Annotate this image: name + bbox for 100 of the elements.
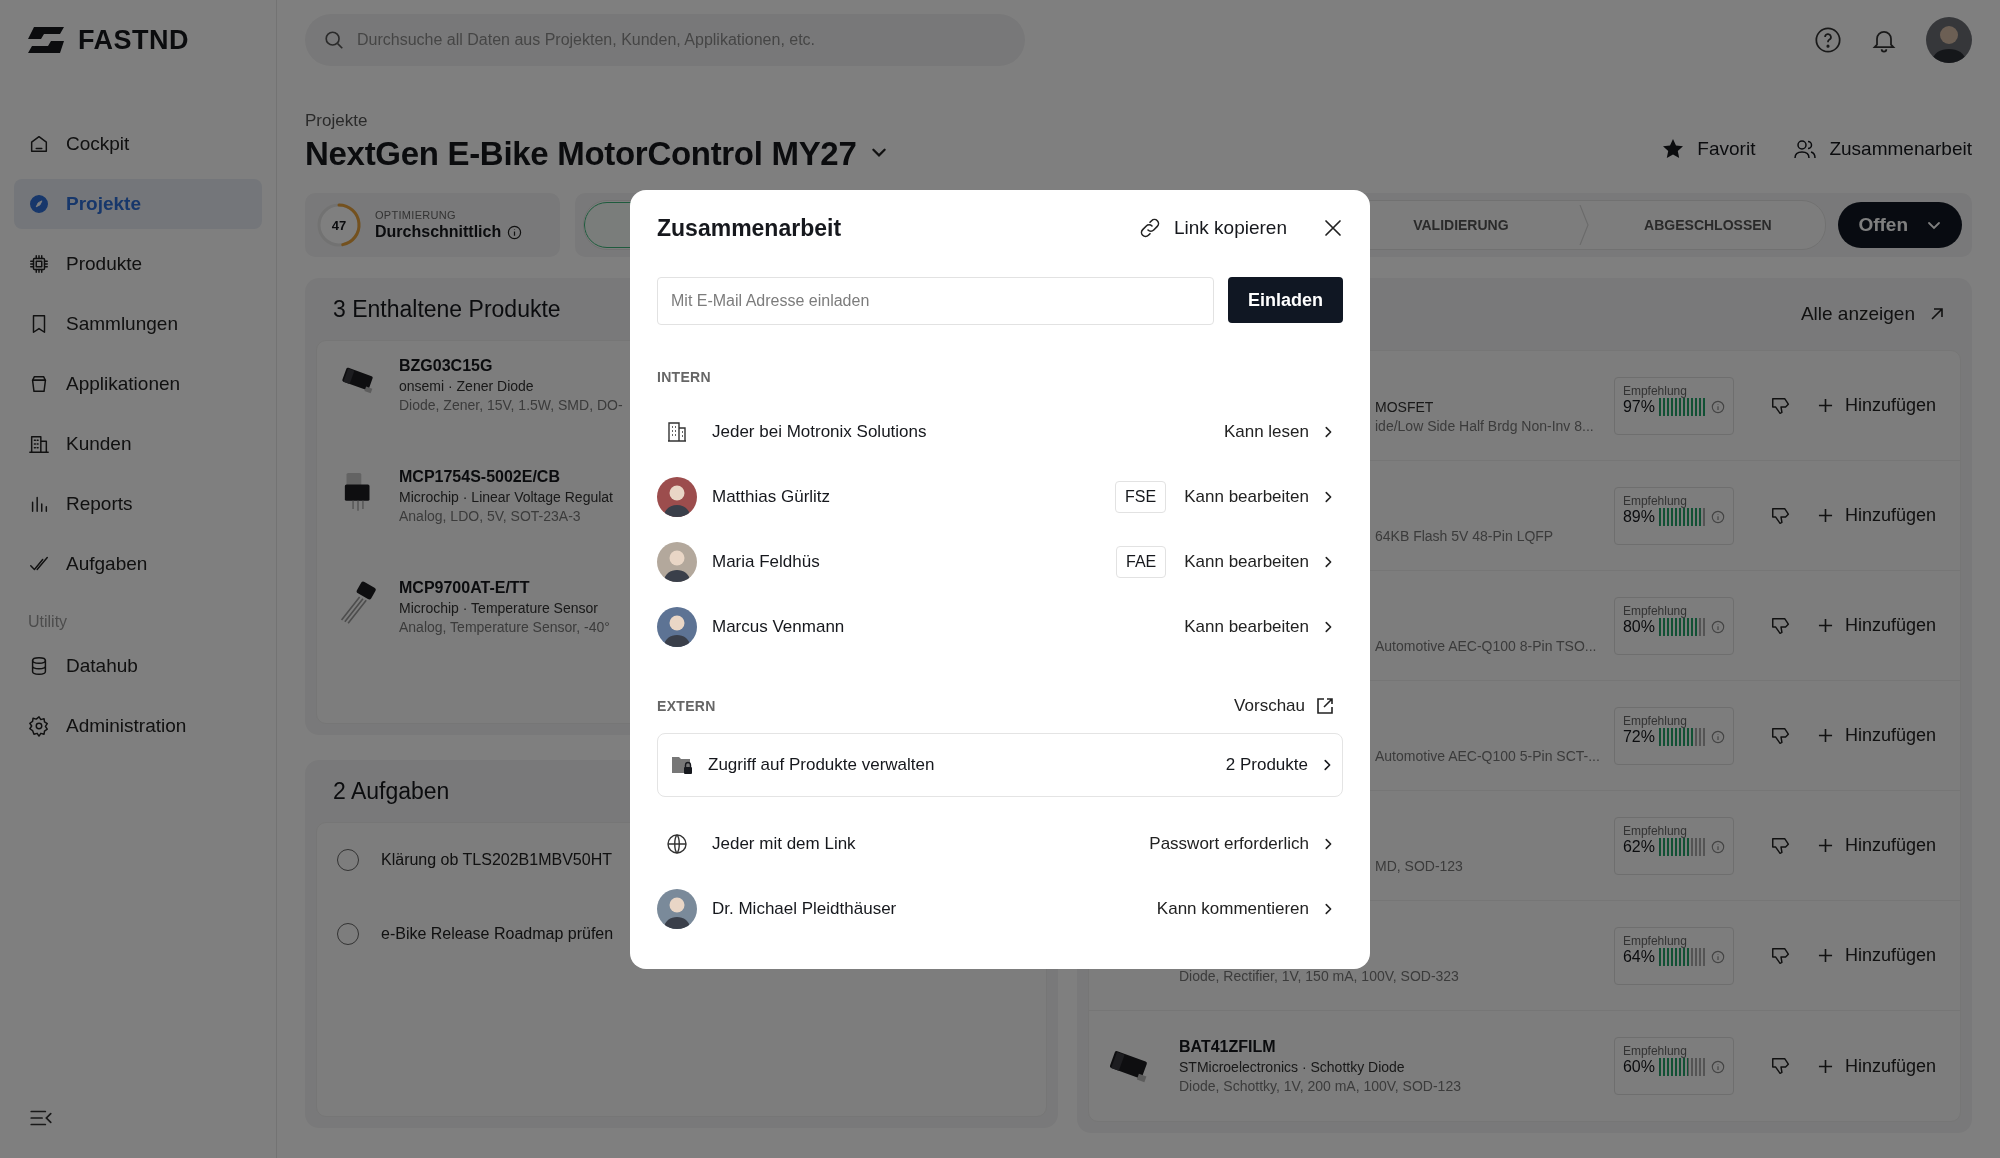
member-name: Jeder bei Motronix Solutions xyxy=(712,421,928,442)
product-name[interactable]: BZG03C15G xyxy=(399,357,623,376)
meter-score: 89% xyxy=(1622,507,1655,526)
product-spec: Diode, Schottky, 1V, 200 mA, 100V, SOD-123 xyxy=(1179,1078,1462,1094)
meter-score: 64% xyxy=(1622,947,1655,966)
info-icon xyxy=(1710,1060,1725,1074)
score-value: 47 xyxy=(331,218,347,232)
product-spec: 64KB Flash 5V 48-Pin LQFP xyxy=(1375,527,1555,544)
add-button[interactable]: Hinzufügen xyxy=(1817,395,1936,416)
home-icon xyxy=(28,133,50,155)
preview-link[interactable]: Vorschau xyxy=(1234,696,1343,716)
meter-score: 72% xyxy=(1622,727,1655,746)
user-avatar[interactable] xyxy=(1926,17,1972,63)
star-icon xyxy=(1661,137,1686,161)
settings-icon xyxy=(28,715,50,737)
meter-label: Empfehlung xyxy=(1622,603,1688,618)
permission-dropdown[interactable]: Kann bearbeiten xyxy=(1184,551,1343,572)
score-label: OPTIMIERUNG xyxy=(375,209,457,221)
dialog-title: Zusammenarbeit xyxy=(657,214,843,242)
sidebar-item[interactable]: Sammlungen xyxy=(14,299,262,349)
plus-icon xyxy=(1817,948,1833,963)
info-icon xyxy=(1710,949,1725,964)
product-spec: MD, SOD-123 xyxy=(1375,857,1464,874)
chip-icon xyxy=(28,253,50,275)
sidebar-item[interactable]: Projekte xyxy=(14,179,262,229)
plus-icon xyxy=(1817,508,1833,523)
add-button[interactable]: Hinzufügen xyxy=(1817,505,1936,526)
panel-title: 3 Enthaltene Produkte xyxy=(332,295,562,324)
plus-icon xyxy=(1817,1058,1833,1074)
meter-score: 62% xyxy=(1622,837,1655,856)
info-icon xyxy=(1710,509,1725,524)
permission-dropdown[interactable]: Kann bearbeiten xyxy=(1184,486,1343,507)
collaboration-button[interactable]: Zusammenarbeit xyxy=(1793,137,1972,161)
avatar xyxy=(657,888,697,929)
role-tag: FSE xyxy=(1115,480,1167,513)
status-dropdown[interactable]: Offen xyxy=(1838,202,1962,248)
email-input[interactable]: Mit E-Mail Adresse einladen xyxy=(657,277,1214,325)
product-name[interactable]: MCP1754S-5002E/CB xyxy=(399,468,613,487)
product-maker: Microchip · Temperature Sensor xyxy=(399,600,599,617)
external-link-icon xyxy=(1315,696,1335,716)
thumbs-down-icon[interactable] xyxy=(1769,1055,1792,1077)
copy-link-button[interactable]: Link kopieren xyxy=(1137,216,1287,240)
add-button[interactable]: Hinzufügen xyxy=(1817,945,1936,966)
logo-icon xyxy=(26,25,66,55)
sidebar-item[interactable]: Reports xyxy=(14,479,262,529)
product-spec: Automotive AEC-Q100 8-Pin TSO... xyxy=(1375,637,1598,654)
sidebar-item[interactable]: Kunden xyxy=(14,419,262,469)
permission-dropdown[interactable]: Kann lesen xyxy=(1223,421,1343,442)
project-title: NextGen E-Bike MotorControl MY27 xyxy=(305,135,857,173)
meter-label: Empfehlung xyxy=(1622,383,1688,398)
permission-dropdown[interactable]: Kann kommentieren xyxy=(1156,898,1343,919)
breadcrumb[interactable]: Projekte xyxy=(305,111,889,131)
product-spec: Analog, Temperature Sensor, -40° xyxy=(399,619,610,635)
add-button[interactable]: Hinzufügen xyxy=(1817,835,1936,856)
sidebar-item[interactable]: Aufgaben xyxy=(14,539,262,589)
search-icon xyxy=(323,29,345,51)
add-button[interactable]: Hinzufügen xyxy=(1817,615,1936,636)
favorite-button[interactable]: Favorit xyxy=(1661,137,1756,161)
product-spec: Diode, Rectifier, 1V, 150 mA, 100V, SOD-323 xyxy=(1179,967,1460,984)
permission-dropdown[interactable]: Kann bearbeiten xyxy=(1184,616,1343,637)
meter-label: Empfehlung xyxy=(1622,1044,1688,1058)
meter-label: Empfehlung xyxy=(1622,713,1688,728)
close-icon[interactable] xyxy=(1323,218,1343,238)
meter-label: Empfehlung xyxy=(1622,493,1688,508)
logo-text: FASTND xyxy=(78,24,189,56)
product-name[interactable]: MCP9700AT-E/TT xyxy=(399,579,610,598)
avatar xyxy=(657,541,697,582)
product-spec: ide/Low Side Half Brdg Non-Inv 8... xyxy=(1375,417,1595,434)
permission-dropdown[interactable]: Passwort erforderlich xyxy=(1149,833,1343,854)
product-spec: Diode, Zener, 15V, 1.5W, SMD, DO- xyxy=(399,397,623,413)
help-icon[interactable] xyxy=(1814,26,1842,54)
sidebar-item[interactable]: Applikationen xyxy=(14,359,262,409)
product-maker: STMicroelectronics · Schottky Diode xyxy=(1179,1059,1406,1076)
member-name: Marcus Venmann xyxy=(712,616,846,637)
building-icon xyxy=(665,419,689,444)
member-name: Maria Feldhüs xyxy=(712,551,821,572)
member-name: Jeder mit dem Link xyxy=(712,833,857,854)
task-text: e-Bike Release Roadmap prüfen xyxy=(381,925,614,943)
product-maker: Microchip · Linear Voltage Regulat xyxy=(399,489,613,506)
sidebar-item[interactable]: Administration xyxy=(14,701,262,751)
avatar xyxy=(657,606,697,647)
member-name: Matthias Gürlitz xyxy=(712,486,832,507)
product-maker: onsemi · Zener Diode xyxy=(399,378,535,395)
meter-score: 80% xyxy=(1622,617,1655,636)
invite-button[interactable]: Einladen xyxy=(1228,277,1343,323)
task-text: Klärung ob TLS202B1MBV50HT xyxy=(381,851,612,869)
add-button[interactable]: Hinzufügen xyxy=(1817,1055,1936,1077)
sidebar-item[interactable]: Cockpit xyxy=(14,119,262,169)
show-all-link[interactable]: Alle anzeigen xyxy=(1800,303,1947,325)
product-access-button[interactable]: Zugriff auf Produkte verwalten 2 Produkte xyxy=(657,733,1343,797)
users-icon xyxy=(1793,137,1818,161)
product-name[interactable]: BAT41ZFILM xyxy=(1179,1038,1614,1057)
sidebar-item[interactable]: Produkte xyxy=(14,239,262,289)
add-button[interactable]: Hinzufügen xyxy=(1817,725,1936,746)
info-icon xyxy=(1710,619,1725,634)
step[interactable]: ABGESCHLOSSEN xyxy=(1590,217,1826,233)
section-label: INTERN xyxy=(657,369,712,385)
sidebar-item[interactable]: Datahub xyxy=(14,641,262,691)
plus-icon xyxy=(1817,398,1833,413)
info-icon xyxy=(1710,839,1725,854)
